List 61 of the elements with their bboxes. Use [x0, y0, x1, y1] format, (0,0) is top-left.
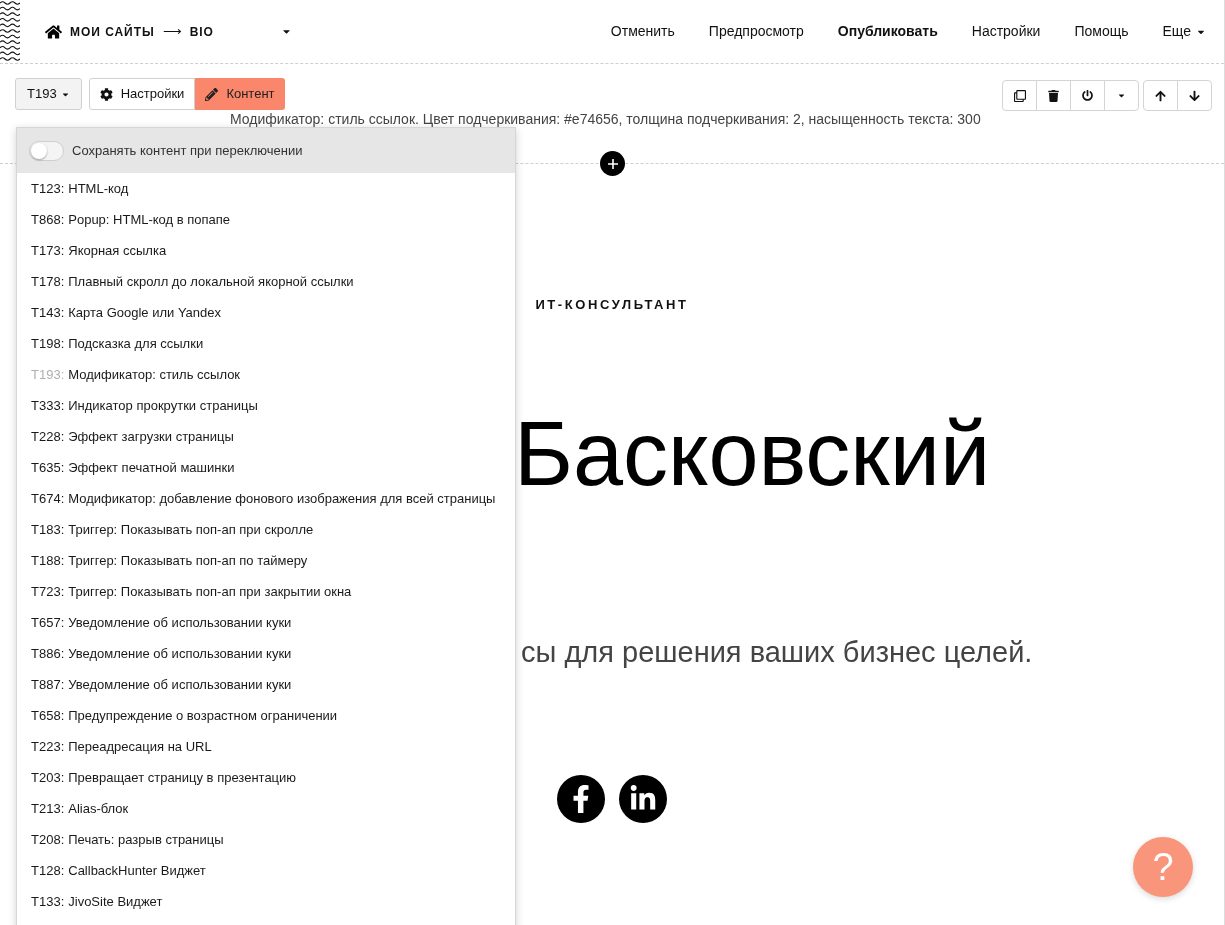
add-block-button[interactable]: [600, 151, 625, 176]
block-list-item[interactable]: T228: Эффект загрузки страницы: [17, 421, 515, 452]
block-code-button[interactable]: T193: [15, 78, 82, 110]
clone-icon: [1013, 89, 1026, 102]
block-list-item[interactable]: T223: Переадресация на URL: [17, 731, 515, 762]
breadcrumb-separator: ⟶: [162, 22, 182, 41]
block-list-item[interactable]: T193: Модификатор: стиль ссылок: [17, 359, 515, 390]
nav-link[interactable]: Помощь: [1074, 21, 1129, 42]
linkedin-icon[interactable]: [619, 774, 667, 823]
block-list-item[interactable]: T133: JivoSite Виджет: [17, 886, 515, 917]
block-list-item[interactable]: T178: Плавный скролл до локальной якорной ссылки: [17, 266, 515, 297]
block-list-item[interactable]: T203: Превращает страницу в презентацию: [17, 762, 515, 793]
editor-tab[interactable]: Контент: [195, 78, 285, 110]
move-up-button[interactable]: [1143, 80, 1178, 111]
nav-link[interactable]: Предпросмотр: [708, 21, 804, 42]
block-list-item[interactable]: T674: Модификатор: добавление фонового изображения для всей страницы: [17, 483, 515, 514]
nav-link[interactable]: Отменить: [610, 21, 675, 42]
kicker-text: ИТ-КОНСУЛЬТАНТ: [535, 296, 689, 314]
toggle-switch[interactable]: [29, 140, 64, 161]
block-list-item[interactable]: T173: Якорная ссылка: [17, 235, 515, 266]
headline-text: Басковский: [514, 406, 992, 501]
block-list-item[interactable]: T213: Alias-блок: [17, 793, 515, 824]
tagline-text: сы для решения ваших бизнес целей.: [521, 634, 1034, 669]
editor-tab[interactable]: Настройки: [88, 78, 196, 110]
toggle-label: Сохранять контент при переключении: [72, 141, 303, 160]
block-list-item[interactable]: T658: Предупреждение о возрастном ограничении: [17, 700, 515, 731]
block-list-item[interactable]: T128: CallbackHunter Виджет: [17, 855, 515, 886]
block-list-item[interactable]: T635: Эффект печатной машинки: [17, 452, 515, 483]
arrow-down-icon: [1189, 89, 1200, 102]
power-icon: [1082, 90, 1093, 101]
home-icon[interactable]: [45, 23, 62, 40]
trash-icon: [1048, 89, 1059, 102]
plus-icon: [607, 158, 618, 169]
gear-icon: [99, 87, 113, 101]
facebook-icon[interactable]: [557, 774, 605, 823]
caret-icon: [1117, 91, 1126, 100]
block-list-item[interactable]: T208: Печать: разрыв страницы: [17, 824, 515, 855]
arrow-up-icon: [1155, 89, 1166, 102]
nav-link[interactable]: Еще: [1162, 21, 1206, 42]
block-list-item[interactable]: T886: Уведомление об использовании куки: [17, 638, 515, 669]
power-button[interactable]: [1070, 80, 1105, 111]
wave-pattern-drawing: [0, 0, 20, 62]
move-down-button[interactable]: [1177, 80, 1212, 111]
breadcrumb-page[interactable]: BIO: [189, 22, 214, 41]
block-list-item[interactable]: T333: Индикатор прокрутки страницы: [17, 390, 515, 421]
block-list-item[interactable]: T183: Триггер: Показывать поп-ап при скролле: [17, 514, 515, 545]
block-list-item[interactable]: T657: Уведомление об использовании куки: [17, 607, 515, 638]
breadcrumb-site[interactable]: МОИ САЙТЫ: [70, 22, 155, 41]
block-list-item[interactable]: T188: Триггер: Показывать поп-ап по таймеру: [17, 545, 515, 576]
block-list-item[interactable]: T198: Подсказка для ссылки: [17, 328, 515, 359]
block-list-item[interactable]: T123: HTML-код: [17, 173, 515, 204]
block-list-item[interactable]: T143: Карта Google или Yandex: [17, 297, 515, 328]
block-list-item[interactable]: T868: Popup: HTML-код в попапе: [17, 204, 515, 235]
copy-button[interactable]: [1002, 80, 1037, 111]
delete-button[interactable]: [1036, 80, 1071, 111]
nav-link[interactable]: Настройки: [971, 21, 1041, 42]
block-list-item[interactable]: T887: Уведомление об использовании куки: [17, 669, 515, 700]
block-description: Модификатор: стиль ссылок. Цвет подчеркивания: #e74656, толщина подчеркивания: 2, насыщенность текста: 300: [230, 112, 982, 127]
pencil-icon: [205, 87, 219, 101]
nav-link[interactable]: Опубликовать: [837, 21, 938, 42]
block-list-item[interactable]: T723: Триггер: Показывать поп-ап при закрытии окна: [17, 576, 515, 607]
